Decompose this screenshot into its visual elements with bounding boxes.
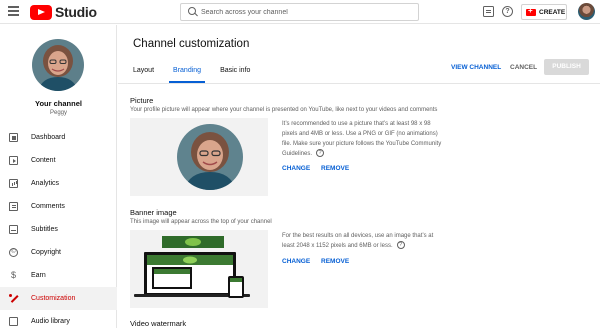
profile-picture — [177, 124, 243, 190]
tabs-divider — [118, 83, 600, 84]
youtube-logo-icon — [30, 4, 52, 20]
sidebar-item-label: Earn — [31, 272, 46, 279]
sidebar-item-earn[interactable]: $ Earn — [0, 264, 117, 287]
channel-avatar[interactable] — [32, 39, 84, 91]
search-box[interactable] — [180, 3, 419, 21]
cancel-button[interactable]: CANCEL — [510, 64, 537, 71]
publish-button[interactable]: PUBLISH — [544, 59, 589, 75]
banner-devices-icon — [134, 236, 250, 298]
content-icon — [9, 156, 18, 165]
banner-preview — [130, 230, 268, 308]
sidebar-item-analytics[interactable]: Analytics — [0, 172, 117, 195]
banner-help-body: For the best results on all devices, use… — [282, 233, 434, 249]
earn-icon: $ — [10, 270, 16, 280]
sidebar-nav: Dashboard Content Analytics Comments Sub… — [0, 126, 117, 333]
picture-section-description: Your profile picture will appear where y… — [130, 107, 438, 113]
help-circle-icon[interactable]: ? — [316, 149, 325, 158]
sidebar-item-label: Analytics — [31, 180, 60, 187]
picture-preview — [130, 118, 268, 196]
picture-help-text: It’s recommended to use a picture that’s… — [282, 119, 447, 159]
tab-layout[interactable]: Layout — [133, 63, 154, 83]
main-content: Channel customization Layout Branding Ba… — [118, 25, 600, 328]
sidebar-item-audio-library[interactable]: Audio library — [0, 310, 117, 333]
watermark-section-title: Video watermark — [130, 319, 187, 328]
channel-name: Peggy — [49, 110, 67, 116]
sidebar: Your channel Peggy Dashboard Content Ana… — [0, 25, 117, 328]
sidebar-item-subtitles[interactable]: Subtitles — [0, 218, 117, 241]
sidebar-item-label: Content — [31, 157, 56, 164]
picture-change-button[interactable]: CHANGE — [282, 165, 310, 172]
analytics-icon — [9, 179, 18, 188]
tab-basic-info[interactable]: Basic info — [220, 63, 250, 83]
page-title: Channel customization — [133, 38, 250, 50]
search-icon — [181, 4, 201, 20]
sidebar-item-label: Copyright — [31, 249, 61, 256]
sidebar-item-label: Subtitles — [31, 226, 58, 233]
studio-logo[interactable]: Studio — [30, 4, 97, 20]
sidebar-item-content[interactable]: Content — [0, 149, 117, 172]
picture-help-body: It’s recommended to use a picture that’s… — [282, 121, 442, 157]
sidebar-item-label: Dashboard — [31, 134, 66, 141]
avatar-portrait-icon — [32, 39, 84, 91]
banner-section-description: This image will appear across the top of… — [130, 219, 272, 225]
create-label: CREATE — [539, 8, 566, 16]
picture-section-title: Picture — [130, 96, 154, 105]
account-avatar[interactable] — [578, 3, 595, 20]
feedback-icon[interactable] — [483, 6, 494, 17]
banner-change-button[interactable]: CHANGE — [282, 258, 310, 265]
sidebar-item-label: Audio library — [31, 318, 70, 325]
comments-icon — [9, 202, 18, 211]
banner-section-title: Banner image — [130, 208, 177, 217]
top-bar: Studio ? CREATE — [0, 0, 600, 24]
create-button[interactable]: CREATE — [521, 4, 567, 20]
sidebar-item-customization[interactable]: Customization — [0, 287, 117, 310]
sidebar-item-comments[interactable]: Comments — [0, 195, 117, 218]
view-channel-button[interactable]: VIEW CHANNEL — [451, 64, 501, 71]
sidebar-item-copyright[interactable]: © Copyright — [0, 241, 117, 264]
banner-help-text: For the best results on all devices, use… — [282, 231, 447, 251]
tab-branding[interactable]: Branding — [169, 63, 206, 83]
dashboard-icon — [9, 133, 18, 142]
search-input[interactable] — [201, 8, 401, 16]
sidebar-item-label: Comments — [31, 203, 65, 210]
copyright-icon: © — [9, 248, 18, 257]
banner-remove-button[interactable]: REMOVE — [321, 258, 349, 265]
profile-portrait-icon — [177, 124, 243, 190]
help-icon[interactable]: ? — [502, 6, 513, 17]
subtitles-icon — [9, 225, 18, 234]
logo-text: Studio — [55, 4, 97, 20]
picture-remove-button[interactable]: REMOVE — [321, 165, 349, 172]
channel-title: Your channel — [35, 99, 82, 108]
create-video-icon — [526, 6, 536, 16]
sidebar-item-dashboard[interactable]: Dashboard — [0, 126, 117, 149]
tab-bar: Layout Branding Basic info — [133, 63, 269, 83]
menu-icon[interactable] — [8, 6, 19, 16]
sidebar-item-label: Customization — [31, 295, 76, 302]
audio-library-icon — [9, 317, 18, 326]
help-circle-icon[interactable]: ? — [396, 241, 405, 250]
customization-icon — [9, 294, 18, 303]
